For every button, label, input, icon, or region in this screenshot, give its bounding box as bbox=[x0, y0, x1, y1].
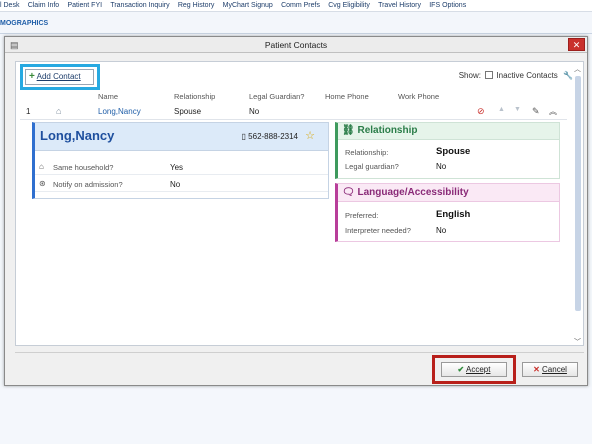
relationship-card-header: ⛓ Relationship bbox=[338, 123, 559, 140]
row-index: 1 bbox=[26, 107, 31, 116]
patient-contacts-dialog: ▤ Patient Contacts ✕ + Add Contact Show:… bbox=[4, 36, 588, 386]
edit-icon[interactable]: ✎ bbox=[532, 106, 540, 117]
contact-phone: ▯ 562-888-2314 bbox=[242, 132, 298, 141]
interpreter-label: Interpreter needed? bbox=[345, 226, 411, 235]
language-card-title: Language/Accessibility bbox=[357, 187, 469, 198]
cancel-x-icon: ✕ bbox=[533, 365, 540, 374]
notify-value: No bbox=[170, 180, 181, 189]
contact-phone-number: 562-888-2314 bbox=[248, 132, 298, 141]
background-area bbox=[0, 387, 592, 444]
vertical-scrollbar[interactable]: ︿ ﹀ bbox=[574, 64, 582, 347]
row-contact-name[interactable]: Long,Nancy bbox=[98, 107, 141, 116]
dialog-titlebar[interactable]: ▤ Patient Contacts ✕ bbox=[5, 37, 587, 53]
relationship-card-title: Relationship bbox=[357, 125, 418, 136]
same-household-row: ⌂ Same household? Yes bbox=[35, 159, 328, 175]
delete-icon[interactable]: ⊘ bbox=[477, 106, 485, 117]
same-household-label: Same household? bbox=[53, 163, 114, 172]
close-icon[interactable]: ✕ bbox=[568, 38, 585, 51]
accept-label: Accept bbox=[466, 365, 491, 374]
demographics-section-title: MOGRAPHICS bbox=[0, 20, 49, 27]
preferred-label: Preferred: bbox=[345, 211, 379, 220]
column-home-phone[interactable]: Home Phone bbox=[325, 92, 369, 101]
relationship-value: Spouse bbox=[436, 146, 471, 157]
column-legal-guardian[interactable]: Legal Guardian? bbox=[249, 92, 304, 101]
contact-detail-card: Long,Nancy ▯ 562-888-2314 ☆ ⌂ Same house… bbox=[32, 122, 329, 199]
footer-divider bbox=[15, 352, 584, 353]
cancel-button[interactable]: ✕ Cancel bbox=[522, 362, 578, 377]
wrench-icon[interactable]: 🔧 bbox=[563, 71, 573, 80]
contacts-panel: + Add Contact Show: Inactive Contacts 🔧 … bbox=[15, 61, 584, 346]
menu-item-travel-history[interactable]: Travel History bbox=[378, 0, 421, 9]
row-relationship: Spouse bbox=[174, 107, 202, 116]
menu-item-reg-history[interactable]: Reg History bbox=[178, 0, 215, 9]
inactive-contacts-label[interactable]: Inactive Contacts bbox=[496, 71, 557, 80]
phone-icon: ▯ bbox=[241, 132, 246, 141]
menu-item-comm-prefs[interactable]: Comm Prefs bbox=[281, 0, 320, 9]
column-work-phone[interactable]: Work Phone bbox=[398, 92, 439, 101]
table-row[interactable]: 1 ⌂ Long,Nancy Spouse No ⊘ ▲ ▼ ✎ ︽ bbox=[20, 103, 567, 120]
house-icon: ⌂ bbox=[56, 106, 62, 116]
preferred-value: English bbox=[436, 209, 471, 220]
relationship-icon: ⛓ bbox=[342, 125, 355, 136]
guardian-value: No bbox=[436, 162, 447, 171]
menu-item-mychart-signup[interactable]: MyChart Signup bbox=[223, 0, 273, 9]
menu-item-cvg-eligibility[interactable]: Cvg Eligibility bbox=[328, 0, 370, 9]
notify-icon: ⊛ bbox=[39, 179, 46, 188]
contact-name: Long,Nancy bbox=[40, 128, 115, 143]
add-contact-label: Add Contact bbox=[36, 72, 81, 81]
background-divider bbox=[0, 33, 592, 34]
show-filter: Show: Inactive Contacts 🔧 bbox=[459, 71, 573, 80]
contact-card-header: Long,Nancy ▯ 562-888-2314 ☆ bbox=[35, 123, 328, 151]
add-contact-button[interactable]: + Add Contact bbox=[25, 69, 94, 85]
language-card: 🗨 Language/Accessibility Preferred: Engl… bbox=[335, 183, 560, 242]
menu-item-desk[interactable]: l Desk bbox=[0, 0, 19, 9]
show-label: Show: bbox=[458, 71, 481, 80]
same-household-value: Yes bbox=[170, 163, 184, 172]
dialog-title: Patient Contacts bbox=[264, 40, 328, 50]
menu-item-claim-info[interactable]: Claim Info bbox=[28, 0, 60, 9]
speech-bubble-icon: 🗨 bbox=[342, 187, 355, 198]
star-icon[interactable]: ☆ bbox=[305, 129, 315, 142]
scroll-up-icon[interactable]: ︿ bbox=[574, 64, 581, 74]
collapse-icon[interactable]: ︽ bbox=[549, 106, 557, 117]
accept-button[interactable]: ✔ Accept bbox=[441, 362, 507, 377]
interpreter-value: No bbox=[436, 226, 447, 235]
move-down-icon[interactable]: ▼ bbox=[514, 106, 521, 113]
epic-top-menu: l Desk Claim Info Patient FYI Transactio… bbox=[0, 0, 592, 12]
notify-label: Notify on admission? bbox=[53, 180, 123, 189]
move-up-icon[interactable]: ▲ bbox=[498, 106, 505, 113]
notify-row: ⊛ Notify on admission? No bbox=[35, 176, 328, 192]
column-name[interactable]: Name bbox=[98, 92, 118, 101]
scroll-down-icon[interactable]: ﹀ bbox=[574, 337, 581, 347]
inactive-contacts-checkbox[interactable] bbox=[485, 71, 494, 79]
guardian-label: Legal guardian? bbox=[345, 162, 399, 171]
relationship-card: ⛓ Relationship Relationship: Spouse Lega… bbox=[335, 122, 560, 179]
menu-item-transaction-inquiry[interactable]: Transaction Inquiry bbox=[110, 0, 169, 9]
menu-item-ifs-options[interactable]: IFS Options bbox=[429, 0, 466, 9]
language-card-header: 🗨 Language/Accessibility bbox=[338, 184, 559, 202]
checkmark-icon: ✔ bbox=[457, 365, 465, 374]
scroll-thumb[interactable] bbox=[575, 76, 581, 311]
cancel-label: Cancel bbox=[542, 365, 567, 374]
plus-icon: + bbox=[29, 71, 35, 82]
menu-item-patient-fyi[interactable]: Patient FYI bbox=[67, 0, 102, 9]
column-relationship[interactable]: Relationship bbox=[174, 92, 215, 101]
row-legal-guardian: No bbox=[249, 107, 260, 116]
relationship-label: Relationship: bbox=[345, 148, 389, 157]
house-icon: ⌂ bbox=[39, 162, 44, 171]
